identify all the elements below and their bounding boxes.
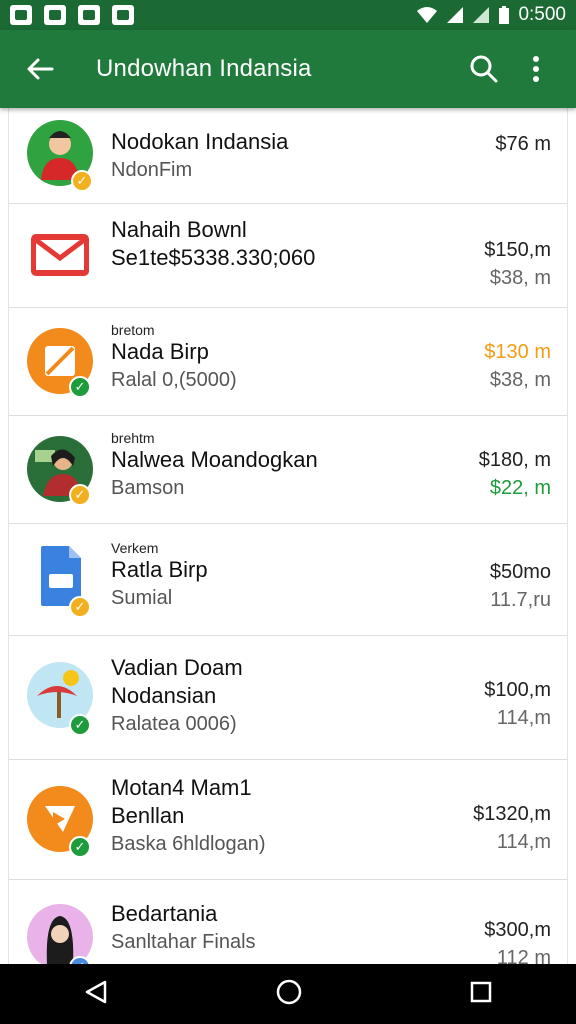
search-button[interactable] [458,43,510,95]
triangle-back-icon [85,980,107,1003]
item-title: Nahaih Bownl [111,217,247,242]
item-title: Bedartania [111,901,218,926]
square-recents-icon [470,981,492,1002]
verified-badge-icon: ✓ [69,714,91,736]
item-title: Nodokan Indansia [111,129,289,154]
item-list: ✓ Nodokan Indansia NdonFim $76 m Nahaih … [8,108,568,964]
verified-badge-icon: ✓ [69,836,91,858]
item-title-line2: Benllan [111,803,185,828]
app-notification-icon [112,5,134,25]
eye-notification-icon [78,5,100,25]
item-title: Vadian Doam [111,655,243,680]
item-subtitle: Sumial [111,587,173,609]
item-price-secondary: $38, m [489,267,551,289]
item-subtitle: Ralal 0,(5000) [111,369,237,391]
item-title: Ratla Birp [111,557,208,582]
item-price-secondary: 114,m [496,707,551,729]
item-price-secondary: $38, m [489,369,551,391]
notification-icon [10,5,32,25]
item-subtitle: Bamson [111,477,185,499]
list-item[interactable]: ✓ Bedartania Sanltahar Finals $300,m 112… [9,880,567,964]
item-price-secondary: 114,m [496,831,551,853]
item-price: $130 m [484,341,551,363]
list-item[interactable]: ✓ Verkem Ratla Birp Sumial $50mo 11.7,ru [9,524,567,636]
nav-recents-button[interactable] [469,980,493,1009]
list-item[interactable]: ✓ Motan4 Mam1 Benllan Baska 6hldlogan) $… [9,760,567,880]
item-price-secondary: 112 m [496,947,551,964]
circle-home-icon [276,979,302,1004]
checkbox-notification-icon [44,5,66,25]
item-price: $100,m [484,679,551,701]
back-button[interactable] [14,43,66,95]
app-bar: Undowhan Indansia [0,30,576,108]
clock: 0:500 [518,4,566,25]
item-price-secondary: $22, m [489,477,551,499]
system-nav-bar [0,964,576,1024]
item-price: $300,m [484,919,551,941]
verified-badge-icon: ✓ [69,484,91,506]
list-item[interactable]: ✓ Nodokan Indansia NdonFim $76 m [9,108,567,204]
person-avatar-icon [27,904,93,964]
status-bar: 0:500 [0,0,576,30]
gmail-icon [31,234,89,276]
battery-icon [499,6,510,24]
item-subtitle: Sanltahar Finals [111,931,256,953]
more-vert-icon [533,56,539,82]
item-title: Motan4 Mam1 [111,775,252,800]
nav-back-button[interactable] [83,979,109,1010]
item-price: $76 m [495,133,551,155]
signal-icon [447,7,464,23]
item-title: Nada Birp [111,339,209,364]
item-label: brehtm [111,430,155,446]
item-price: $180, m [478,449,551,471]
item-label: bretom [111,322,155,338]
item-subtitle: Ralatea 0006) [111,713,237,735]
app-title: Undowhan Indansia [96,55,312,82]
wifi-icon [417,7,438,23]
item-subtitle: Baska 6hldlogan) [111,833,266,855]
signal-icon-2 [473,7,490,23]
list-item[interactable]: ✓ brehtm Nalwea Moandogkan Bamson $180, … [9,416,567,524]
item-subtitle: Se1te$5338.330;060 [111,245,316,270]
list-item[interactable]: ✓ Vadian Doam Nodansian Ralatea 0006) $1… [9,636,567,760]
verified-badge-icon: ✓ [69,376,91,398]
item-price: $50mo [489,561,551,583]
overflow-menu-button[interactable] [510,43,562,95]
nav-home-button[interactable] [275,978,303,1011]
verified-badge-icon: ✓ [69,596,91,618]
item-subtitle: NdonFim [111,159,193,181]
search-icon [470,55,498,83]
item-title-line2: Nodansian [111,683,217,708]
list-item[interactable]: Nahaih Bownl Se1te$5338.330;060 $150,m $… [9,204,567,308]
item-price: $150,m [484,239,551,261]
item-title: Nalwea Moandogkan [111,447,318,472]
item-price: $1320,m [473,803,551,825]
verified-badge-icon: ✓ [71,170,93,192]
item-price-secondary: 11.7,ru [490,589,551,611]
list-item[interactable]: ✓ bretom Nada Birp Ralal 0,(5000) $130 m… [9,308,567,416]
item-label: Verkem [111,540,159,556]
arrow-left-icon [27,58,54,80]
